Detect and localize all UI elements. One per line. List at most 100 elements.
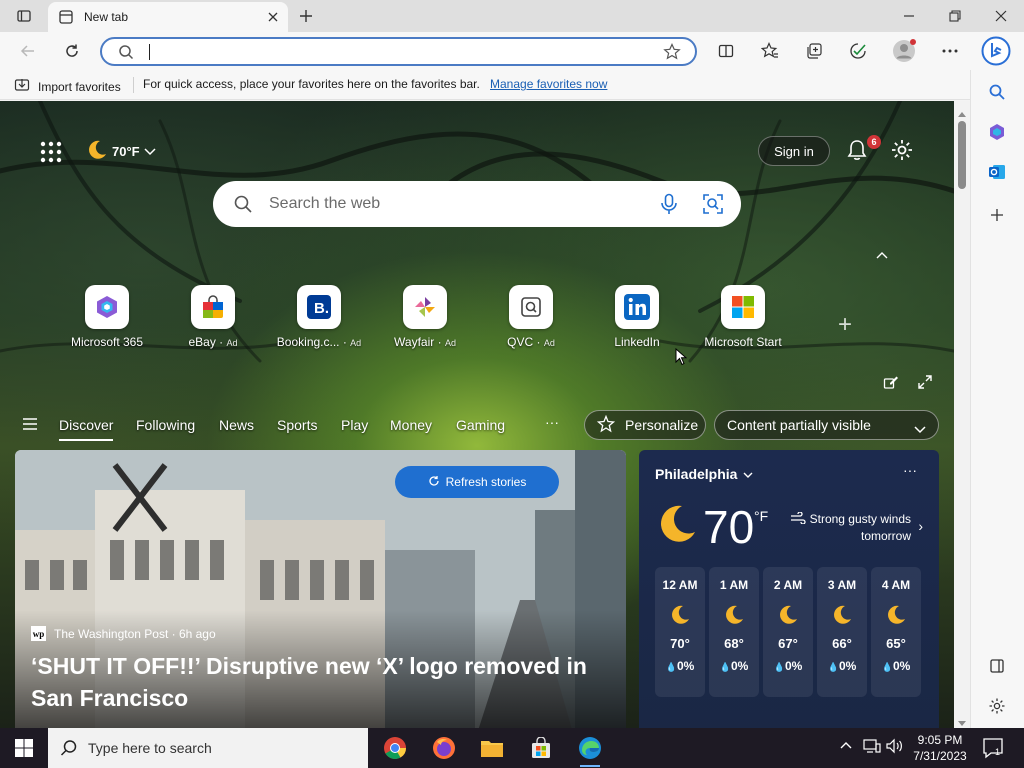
firefox-icon[interactable] [428,732,460,764]
scroll-up-icon[interactable] [958,105,966,120]
import-icon [14,77,30,96]
mouse-cursor-icon [675,348,687,366]
microsoft-logo-icon [721,285,765,329]
web-search-box[interactable]: Search the web [213,181,741,227]
weather-city-selector[interactable]: Philadelphia [655,466,753,482]
weather-more-options-icon[interactable]: ··· [903,462,917,478]
sign-in-button[interactable]: Sign in [758,136,830,166]
system-clock[interactable]: 9:05 PM 7/31/2023 [910,732,970,764]
story-headline[interactable]: ‘SHUT IT OFF!!’ Disruptive new ‘X’ logo … [31,650,611,714]
manage-favorites-link[interactable]: Manage favorites now [490,77,607,91]
import-favorites-button[interactable]: Import favorites [14,77,121,96]
favorites-icon[interactable] [754,35,786,67]
refresh-stories-button[interactable]: Refresh stories [395,466,559,498]
page-scrollbar[interactable] [954,101,970,728]
collections-icon[interactable] [798,35,830,67]
ad-label: Ad [543,338,555,348]
microsoft-store-icon[interactable] [525,732,557,764]
tab-discover[interactable]: Discover [59,417,114,441]
settings-more-icon[interactable] [934,35,966,67]
raindrop-icon: 💧 [827,662,839,672]
close-window-icon[interactable] [985,0,1017,32]
refresh-stories-label: Refresh stories [445,475,527,489]
browser-toolbar [0,32,1024,70]
quick-link-microsoft-365[interactable]: Microsoft 365 [52,285,162,349]
hourly-forecast-item: 2 AM 67° 💧0% [763,567,813,697]
tab-following[interactable]: Following [136,417,195,433]
quick-link-booking[interactable]: B. Booking.c... · Ad [264,285,374,349]
page-settings-gear-icon[interactable] [890,138,914,165]
hour-time: 1 AM [719,578,749,592]
sidebar-hide-icon[interactable] [983,652,1011,680]
quick-link-label: Booking.c... [276,335,340,349]
notifications-bell-icon[interactable] [845,138,869,165]
restore-icon[interactable] [939,0,971,32]
weather-mini-button[interactable]: 70°F [86,139,156,164]
tab-new-tab[interactable]: New tab [48,2,288,32]
edge-icon[interactable] [574,732,606,767]
visual-search-icon[interactable] [702,193,724,218]
hamburger-menu-icon[interactable] [22,417,38,434]
moon-icon [817,604,867,626]
notification-badge: 6 [867,135,881,149]
ebay-bag-icon [191,285,235,329]
tab-news[interactable]: News [219,417,254,433]
address-bar[interactable] [100,37,697,66]
sidebar-outlook-icon[interactable] [983,158,1011,186]
expand-icon[interactable] [917,374,933,393]
quick-link-ebay[interactable]: eBay · Ad [158,285,268,349]
quick-link-linkedin[interactable]: LinkedIn [582,285,692,349]
notification-center-icon[interactable]: 1 [982,737,1004,762]
profile-avatar[interactable] [888,35,920,67]
tab-gaming[interactable]: Gaming [456,417,505,433]
tab-actions-icon[interactable] [8,0,40,32]
quick-link-label: Microsoft 365 [70,335,144,349]
personalize-button[interactable]: Personalize [584,410,706,440]
minimize-icon[interactable] [893,0,925,32]
network-icon[interactable] [863,738,881,757]
browser-essentials-icon[interactable] [842,35,874,67]
taskbar-search-box[interactable]: Type here to search [48,728,368,768]
chevron-down-icon [144,144,156,159]
refresh-icon[interactable] [56,35,88,67]
favorite-star-icon[interactable] [663,43,681,64]
tab-sports[interactable]: Sports [277,417,317,433]
edit-background-icon[interactable] [883,374,899,393]
sidebar-settings-icon[interactable] [983,692,1011,720]
weather-city: Philadelphia [655,466,738,482]
content-visibility-dropdown[interactable]: Content partially visible [714,410,939,440]
washington-post-logo-icon: wp [31,626,46,641]
raindrop-icon: 💧 [719,662,731,672]
scroll-thumb[interactable] [958,121,966,189]
sidebar-m365-icon[interactable] [983,118,1011,146]
split-screen-icon[interactable] [710,35,742,67]
add-quick-link-plus-icon[interactable]: + [838,311,852,339]
chevron-up-icon[interactable] [875,248,889,263]
microphone-icon[interactable] [659,193,679,218]
chevron-right-icon[interactable]: › [918,518,923,534]
back-icon[interactable] [12,35,44,67]
favorites-bar-message: For quick access, place your favorites h… [143,77,480,91]
sidebar-search-icon[interactable] [983,78,1011,106]
more-tabs-button[interactable]: ··· [545,414,559,430]
volume-icon[interactable] [886,738,904,757]
sidebar-add-icon[interactable] [983,201,1011,229]
quick-link-microsoft-start[interactable]: Microsoft Start [688,285,798,349]
quick-link-label: eBay [188,335,216,349]
quick-link-wayfair[interactable]: Wayfair · Ad [370,285,480,349]
file-explorer-icon[interactable] [476,732,508,764]
moon-icon [655,604,705,626]
tab-play[interactable]: Play [341,417,368,433]
apps-launcher-icon[interactable] [40,141,62,166]
bing-copilot-icon[interactable] [980,35,1012,67]
chrome-icon[interactable] [379,732,411,764]
quick-link-label: Wayfair [394,335,435,349]
show-hidden-icons-icon[interactable] [839,738,853,753]
start-button[interactable] [0,728,48,768]
tab-money[interactable]: Money [390,417,432,433]
close-tab-icon[interactable] [264,8,282,26]
weather-card[interactable]: Philadelphia ··· 70 °F Strong gusty wind… [639,450,939,728]
hero-story-card[interactable]: Refresh stories wp The Washington Post ·… [15,450,626,728]
quick-link-qvc[interactable]: QVC · Ad [476,285,586,349]
new-tab-plus-icon[interactable] [290,0,322,32]
